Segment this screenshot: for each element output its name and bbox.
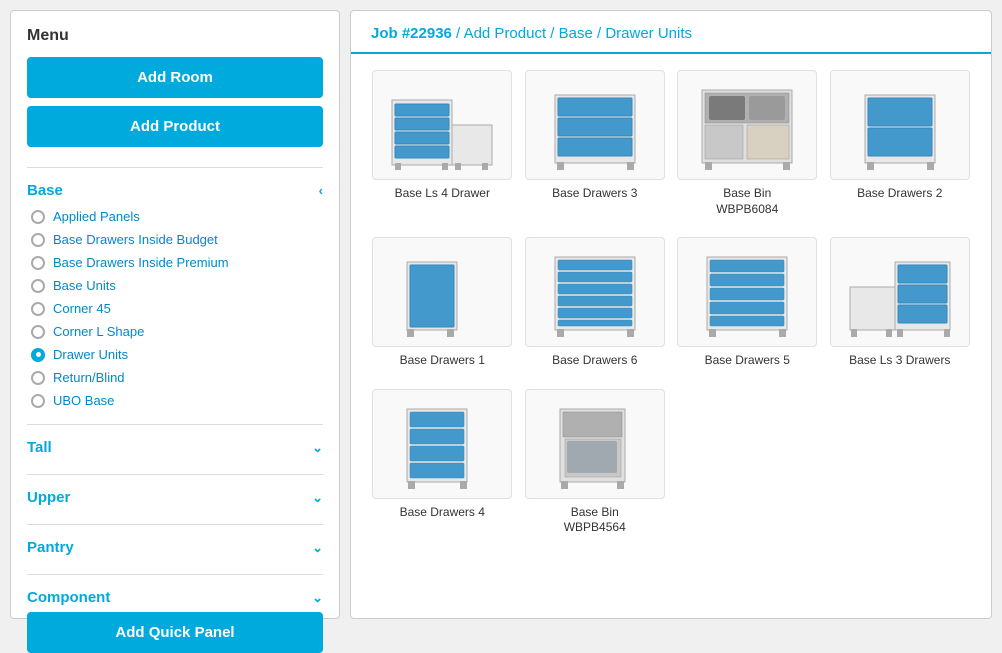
sidebar-item[interactable]: Return/Blind <box>31 366 323 389</box>
component-section: Component ⌄ <box>27 574 323 612</box>
product-card[interactable]: Base Ls 3 Drawers <box>829 237 972 369</box>
product-image <box>372 389 512 499</box>
product-image <box>525 389 665 499</box>
base-section-header[interactable]: Base ‹ <box>27 176 323 205</box>
pantry-chevron-icon: ⌄ <box>312 540 323 556</box>
product-label: Base Drawers 2 <box>857 186 942 202</box>
product-card[interactable]: Base Ls 4 Drawer <box>371 70 514 217</box>
sidebar-item-label: Corner 45 <box>53 301 111 316</box>
radio-icon <box>31 394 45 408</box>
radio-icon <box>31 279 45 293</box>
upper-chevron-icon: ⌄ <box>312 490 323 506</box>
base-section-label: Base <box>27 182 63 199</box>
product-image <box>830 70 970 180</box>
product-label: Base Drawers 1 <box>400 353 485 369</box>
radio-icon <box>31 302 45 316</box>
product-card[interactable]: Base Drawers 5 <box>676 237 819 369</box>
add-room-button[interactable]: Add Room <box>27 57 323 98</box>
breadcrumb-separator: / <box>452 25 464 42</box>
base-chevron-icon: ‹ <box>319 183 323 198</box>
menu-title: Menu <box>27 27 323 45</box>
sidebar-item-label: Drawer Units <box>53 347 128 362</box>
sidebar-item[interactable]: Drawer Units <box>31 343 323 366</box>
product-card[interactable]: Base Bin WBPB4564 <box>524 389 667 536</box>
radio-icon <box>31 348 45 362</box>
tall-section: Tall ⌄ <box>27 424 323 462</box>
sidebar: Menu Add Room Add Product Base ‹ Applied… <box>10 10 340 619</box>
product-image <box>525 70 665 180</box>
product-image <box>677 237 817 347</box>
breadcrumb-job: Job #22936 <box>371 25 452 42</box>
tall-section-header[interactable]: Tall ⌄ <box>27 433 323 462</box>
product-image <box>525 237 665 347</box>
product-card[interactable]: Base Drawers 4 <box>371 389 514 536</box>
main-content: Job #22936 / Add Product / Base / Drawer… <box>350 10 992 619</box>
product-label: Base Ls 3 Drawers <box>849 353 950 369</box>
product-label: Base Bin WBPB6084 <box>716 186 778 217</box>
product-image <box>372 70 512 180</box>
upper-section: Upper ⌄ <box>27 474 323 512</box>
sidebar-item-label: Return/Blind <box>53 370 125 385</box>
sidebar-item[interactable]: Corner 45 <box>31 297 323 320</box>
pantry-section-label: Pantry <box>27 539 74 556</box>
product-card[interactable]: Base Drawers 1 <box>371 237 514 369</box>
add-product-button[interactable]: Add Product <box>27 106 323 147</box>
sidebar-item[interactable]: Corner L Shape <box>31 320 323 343</box>
sidebar-item-label: Base Units <box>53 278 116 293</box>
products-grid: Base Ls 4 Drawer Base Drawers 3 Base Bin… <box>351 54 991 618</box>
breadcrumb: Job #22936 / Add Product / Base / Drawer… <box>351 11 991 54</box>
component-section-label: Component <box>27 589 110 606</box>
product-card[interactable]: Base Drawers 6 <box>524 237 667 369</box>
sidebar-item-label: Base Drawers Inside Premium <box>53 255 229 270</box>
product-label: Base Drawers 4 <box>400 505 485 521</box>
product-card[interactable]: Base Drawers 3 <box>524 70 667 217</box>
product-card[interactable]: Base Bin WBPB6084 <box>676 70 819 217</box>
base-nav-items: Applied Panels Base Drawers Inside Budget… <box>27 205 323 412</box>
sidebar-item[interactable]: Applied Panels <box>31 205 323 228</box>
add-quick-panel-button[interactable]: Add Quick Panel <box>27 612 323 653</box>
product-label: Base Drawers 6 <box>552 353 637 369</box>
sidebar-item[interactable]: Base Drawers Inside Budget <box>31 228 323 251</box>
product-image <box>830 237 970 347</box>
product-image <box>677 70 817 180</box>
radio-icon <box>31 371 45 385</box>
sidebar-item[interactable]: Base Drawers Inside Premium <box>31 251 323 274</box>
base-section: Base ‹ Applied Panels Base Drawers Inside… <box>27 167 323 412</box>
pantry-section: Pantry ⌄ <box>27 524 323 562</box>
product-label: Base Ls 4 Drawer <box>395 186 490 202</box>
tall-section-label: Tall <box>27 439 52 456</box>
product-label: Base Bin WBPB4564 <box>564 505 626 536</box>
product-image <box>372 237 512 347</box>
sidebar-item-label: Applied Panels <box>53 209 140 224</box>
component-chevron-icon: ⌄ <box>312 590 323 606</box>
product-card[interactable]: Base Drawers 2 <box>829 70 972 217</box>
sidebar-item-label: Base Drawers Inside Budget <box>53 232 218 247</box>
upper-section-header[interactable]: Upper ⌄ <box>27 483 323 512</box>
tall-chevron-icon: ⌄ <box>312 440 323 456</box>
sidebar-item-label: Corner L Shape <box>53 324 144 339</box>
radio-icon <box>31 256 45 270</box>
product-label: Base Drawers 3 <box>552 186 637 202</box>
upper-section-label: Upper <box>27 489 70 506</box>
product-label: Base Drawers 5 <box>705 353 790 369</box>
sidebar-item-label: UBO Base <box>53 393 114 408</box>
pantry-section-header[interactable]: Pantry ⌄ <box>27 533 323 562</box>
radio-icon <box>31 210 45 224</box>
sidebar-item[interactable]: Base Units <box>31 274 323 297</box>
sidebar-item[interactable]: UBO Base <box>31 389 323 412</box>
radio-icon <box>31 325 45 339</box>
radio-icon <box>31 233 45 247</box>
breadcrumb-path: Add Product / Base / Drawer Units <box>464 25 692 42</box>
component-section-header[interactable]: Component ⌄ <box>27 583 323 612</box>
